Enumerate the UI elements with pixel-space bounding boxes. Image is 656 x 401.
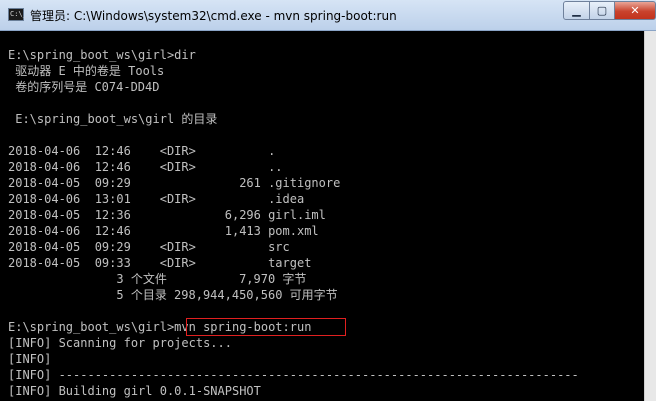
console-line: 2018-04-06 13:01 <DIR> .idea bbox=[8, 192, 305, 206]
console-line: [INFO] ---------------------------------… bbox=[8, 368, 579, 382]
console-line: 3 个文件 7,970 字节 bbox=[8, 272, 307, 286]
console-line: E:\spring_boot_ws\girl 的目录 bbox=[8, 112, 218, 126]
title-bar[interactable]: C:\_ 管理员: C:\Windows\system32\cmd.exe - … bbox=[0, 0, 656, 31]
console-line: 卷的序列号是 C074-DD4D bbox=[8, 80, 160, 94]
console-line: 2018-04-06 12:46 <DIR> . bbox=[8, 144, 276, 158]
command-highlight-box bbox=[186, 318, 346, 336]
console-line: [INFO] Building girl 0.0.1-SNAPSHOT bbox=[8, 384, 261, 398]
console-line: 2018-04-05 09:29 <DIR> src bbox=[8, 240, 290, 254]
console-line: 2018-04-06 12:46 <DIR> .. bbox=[8, 160, 283, 174]
console-output[interactable]: E:\spring_boot_ws\girl>dir 驱动器 E 中的卷是 To… bbox=[0, 31, 644, 401]
cmd-app-icon[interactable]: C:\_ bbox=[8, 8, 27, 21]
cmd-window: C:\_ 管理员: C:\Windows\system32\cmd.exe - … bbox=[0, 0, 656, 401]
minimize-button[interactable]: ▁ bbox=[563, 1, 590, 20]
console-line: E:\spring_boot_ws\girl>dir bbox=[8, 48, 196, 62]
vertical-scrollbar[interactable] bbox=[644, 31, 656, 401]
console-line: 5 个目录 298,944,450,560 可用字节 bbox=[8, 288, 338, 302]
console-line: [INFO] Scanning for projects... bbox=[8, 336, 232, 350]
console-line: 2018-04-05 09:29 261 .gitignore bbox=[8, 176, 341, 190]
console-line: 2018-04-05 09:33 <DIR> target bbox=[8, 256, 312, 270]
console-line: 2018-04-05 12:36 6,296 girl.iml bbox=[8, 208, 326, 222]
console-line: [INFO] bbox=[8, 352, 52, 366]
close-button[interactable]: ✕ bbox=[614, 1, 656, 20]
window-title: 管理员: C:\Windows\system32\cmd.exe - mvn s… bbox=[30, 9, 397, 23]
console-line: 2018-04-06 12:46 1,413 pom.xml bbox=[8, 224, 319, 238]
console-line: 驱动器 E 中的卷是 Tools bbox=[8, 64, 165, 78]
maximize-button[interactable]: ▢ bbox=[589, 1, 615, 20]
